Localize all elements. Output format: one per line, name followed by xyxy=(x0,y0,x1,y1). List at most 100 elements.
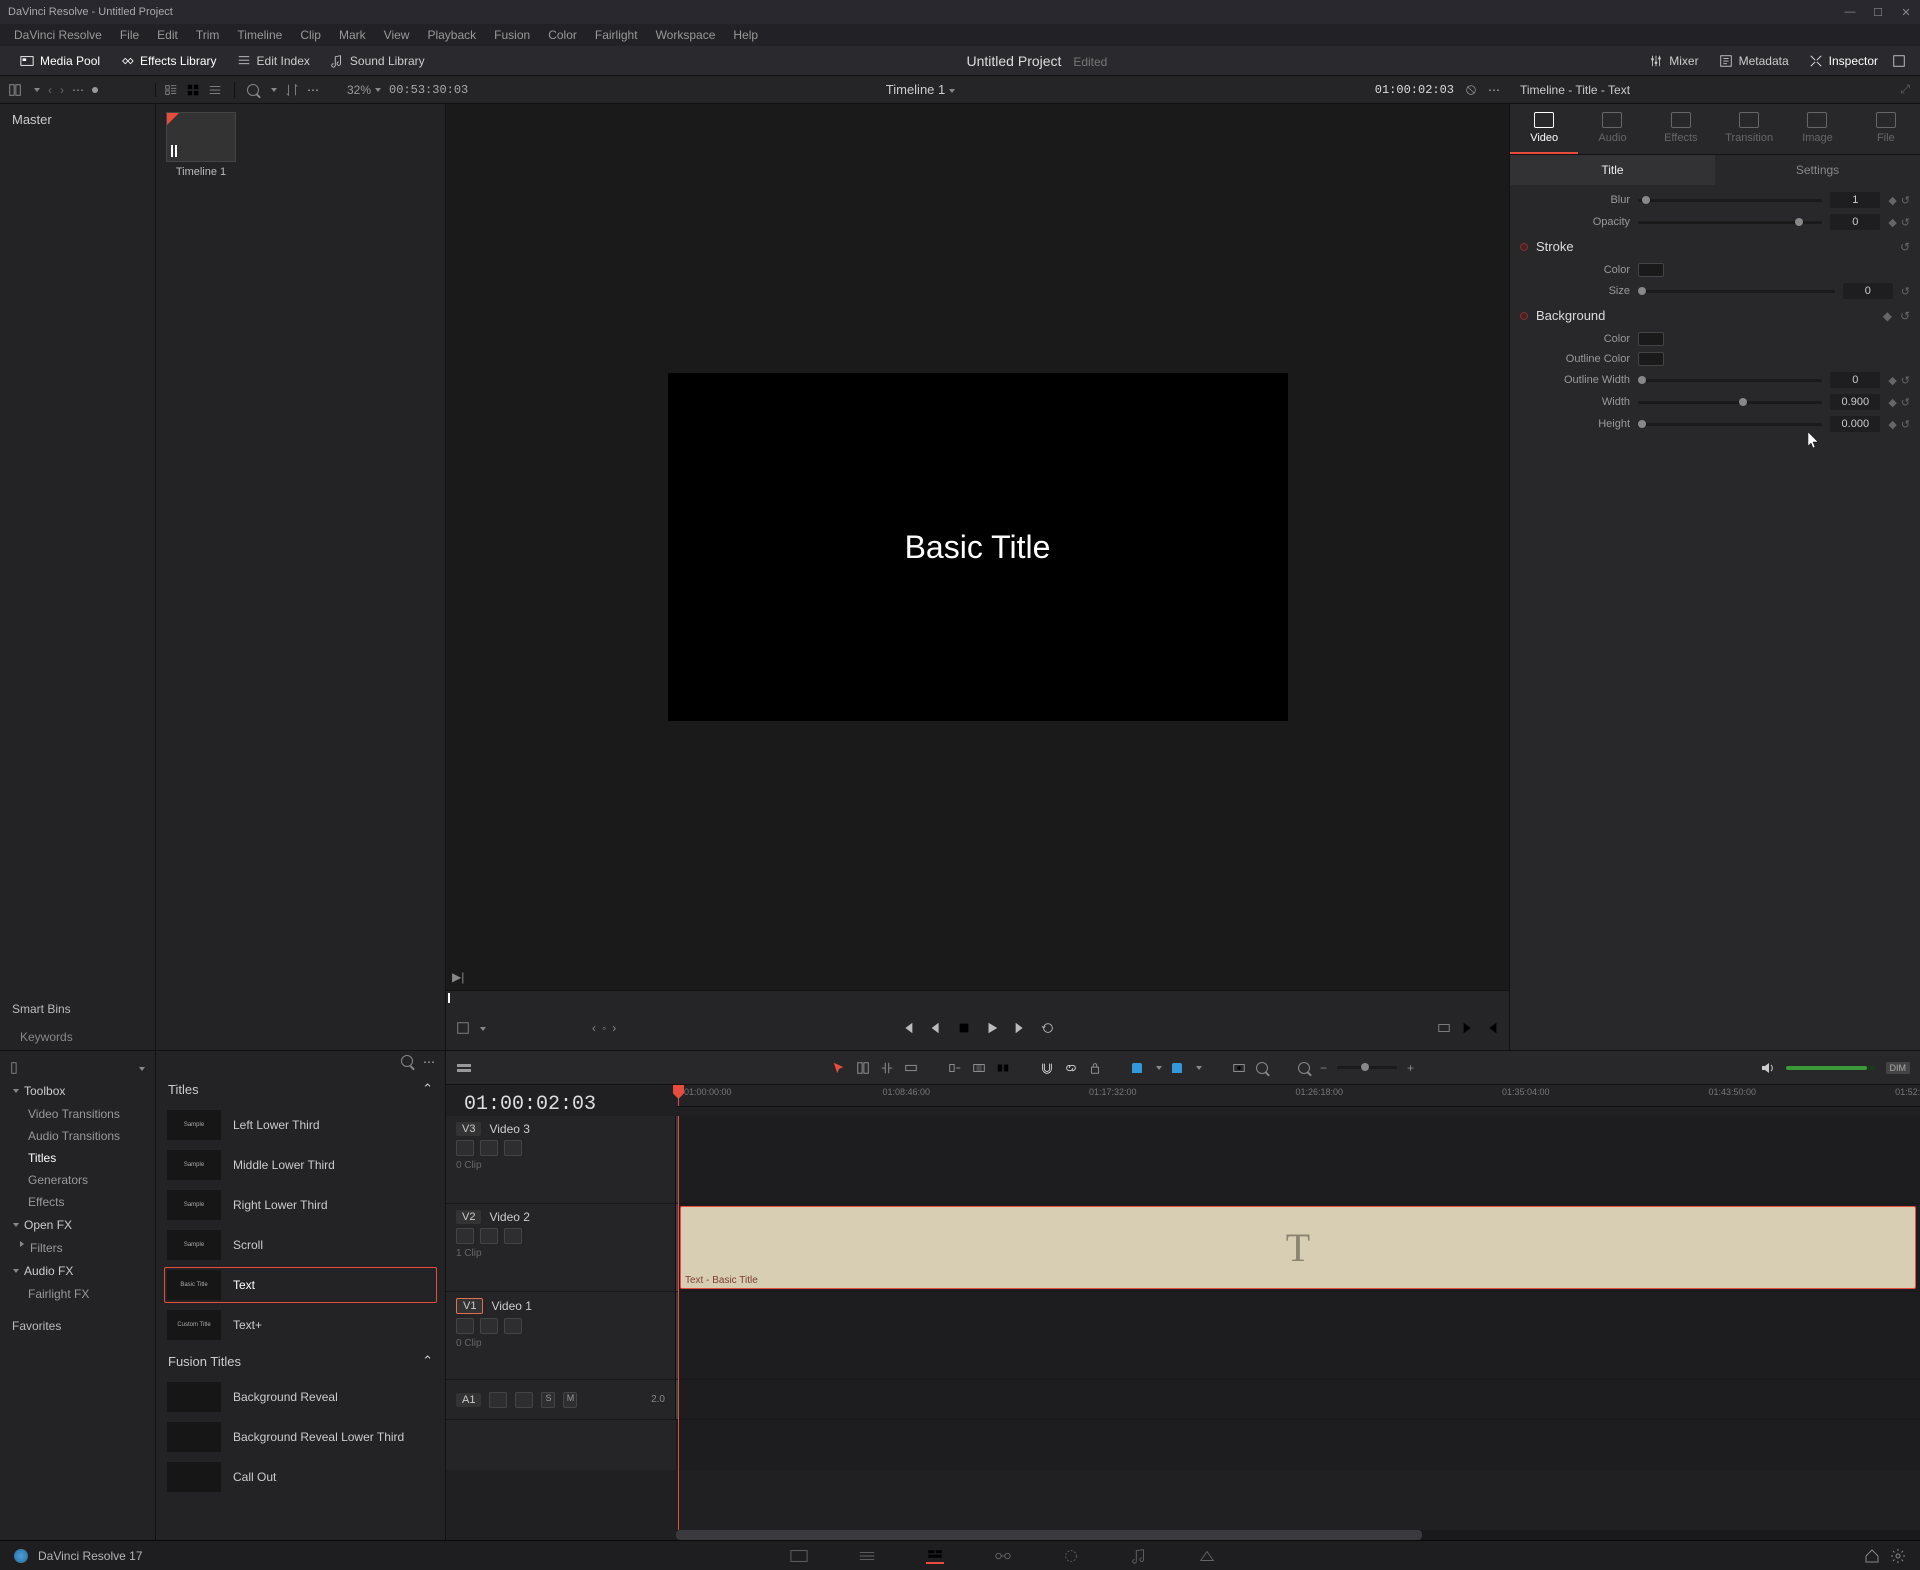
timeline-view-icon[interactable] xyxy=(456,1060,472,1076)
track-lane-v2[interactable]: T Text - Basic Title xyxy=(676,1204,1920,1291)
toolbox-video-transitions[interactable]: Video Transitions xyxy=(0,1103,155,1125)
cut-page-icon[interactable] xyxy=(858,1548,876,1564)
lock-button[interactable] xyxy=(456,1228,474,1244)
close-icon[interactable]: ✕ xyxy=(1900,6,1912,18)
inspector-button[interactable]: Inspector xyxy=(1799,50,1888,72)
media-page-icon[interactable] xyxy=(790,1548,808,1564)
deliver-page-icon[interactable] xyxy=(1198,1548,1216,1564)
strip-view-icon[interactable] xyxy=(208,83,222,97)
menu-color[interactable]: Color xyxy=(540,26,585,44)
mute-button[interactable]: M xyxy=(563,1392,577,1408)
go-start-icon[interactable] xyxy=(901,1021,915,1035)
inspector-tab-effects[interactable]: Effects xyxy=(1647,104,1715,154)
step-back-icon[interactable] xyxy=(929,1021,943,1035)
track-id-v1[interactable]: V1 xyxy=(456,1298,483,1314)
fusion-page-icon[interactable] xyxy=(994,1548,1012,1564)
play-icon[interactable] xyxy=(985,1021,999,1035)
width-value[interactable]: 0.900 xyxy=(1830,394,1880,410)
timeline-thumb[interactable]: Timeline 1 xyxy=(164,112,238,178)
dynamic-trim-icon[interactable] xyxy=(880,1061,894,1075)
menu-file[interactable]: File xyxy=(112,26,147,44)
link-icon[interactable] xyxy=(1064,1061,1078,1075)
timeline-name[interactable]: Timeline 1 xyxy=(886,82,955,97)
edit-page-icon[interactable] xyxy=(926,1548,944,1564)
disable-button[interactable] xyxy=(504,1228,522,1244)
titles-header[interactable]: Titles ⌃ xyxy=(156,1073,445,1105)
height-slider[interactable] xyxy=(1638,423,1822,426)
auto-select-button[interactable] xyxy=(515,1392,533,1408)
keywords-bin[interactable]: Keywords xyxy=(0,1024,155,1050)
zoom-dropdown[interactable]: 32% xyxy=(347,83,381,97)
effects-library-button[interactable]: Effects Library xyxy=(110,50,226,72)
fairlight-page-icon[interactable] xyxy=(1130,1548,1148,1564)
menu-help[interactable]: Help xyxy=(725,26,766,44)
auto-select-button[interactable] xyxy=(480,1228,498,1244)
viewer-more-icon[interactable]: ⋯ xyxy=(1488,83,1500,97)
menu-view[interactable]: View xyxy=(376,26,418,44)
flag-icon[interactable] xyxy=(1132,1063,1142,1073)
settings-icon[interactable] xyxy=(1890,1548,1906,1564)
stroke-section[interactable]: Stroke xyxy=(1536,239,1574,254)
zoom-slider[interactable] xyxy=(1337,1066,1397,1069)
background-section[interactable]: Background xyxy=(1536,308,1605,323)
match-frame-icon[interactable] xyxy=(1437,1021,1451,1035)
zoom-to-fit-icon[interactable] xyxy=(1256,1062,1268,1074)
bypass-icon[interactable] xyxy=(1464,83,1478,97)
bg-reset-icon[interactable]: ↺ xyxy=(1900,309,1910,323)
toolbox-titles[interactable]: Titles xyxy=(0,1147,155,1169)
stroke-size-value[interactable]: 0 xyxy=(1843,283,1893,299)
toolbox-openfx[interactable]: Open FX xyxy=(0,1213,155,1237)
nav-back-icon[interactable]: ‹ xyxy=(48,83,52,97)
menu-fusion[interactable]: Fusion xyxy=(486,26,538,44)
next-edit-icon[interactable]: › xyxy=(612,1021,616,1035)
inspector-tab-file[interactable]: File xyxy=(1852,104,1920,154)
reset-icon[interactable]: ↺ xyxy=(1901,194,1910,207)
reset-icon[interactable]: ↺ xyxy=(1901,396,1910,409)
menu-clip[interactable]: Clip xyxy=(292,26,329,44)
menu-trim[interactable]: Trim xyxy=(188,26,228,44)
inspector-tab-image[interactable]: Image xyxy=(1783,104,1851,154)
maximize-icon[interactable]: ☐ xyxy=(1872,6,1884,18)
inspector-tab-video[interactable]: Video xyxy=(1510,104,1578,154)
timeline-ruler[interactable]: 01:00:00:00 01:08:46:00 01:17:32:00 01:2… xyxy=(676,1085,1920,1107)
insert-icon[interactable] xyxy=(948,1061,962,1075)
toolbox-fairlight[interactable]: Fairlight FX xyxy=(0,1283,155,1305)
auto-select-button[interactable] xyxy=(480,1318,498,1334)
favorites-header[interactable]: Favorites xyxy=(0,1313,155,1339)
overwrite-icon[interactable] xyxy=(972,1061,986,1075)
list-more-icon[interactable]: ⋯ xyxy=(423,1055,435,1069)
stroke-size-slider[interactable] xyxy=(1638,290,1835,293)
position-lock-icon[interactable] xyxy=(1232,1061,1246,1075)
menu-davinci[interactable]: DaVinci Resolve xyxy=(6,26,110,44)
toolbox-audio-transitions[interactable]: Audio Transitions xyxy=(0,1125,155,1147)
sort-icon[interactable] xyxy=(285,83,299,97)
search-icon[interactable] xyxy=(247,84,259,96)
smart-bins-header[interactable]: Smart Bins xyxy=(0,994,155,1024)
subtab-title[interactable]: Title xyxy=(1510,155,1715,185)
metadata-button[interactable]: Metadata xyxy=(1709,50,1799,72)
lock-button[interactable] xyxy=(456,1318,474,1334)
keyframe-icon[interactable]: ◆ xyxy=(1888,396,1896,409)
toolbox-dropdown[interactable] xyxy=(135,1061,145,1075)
volume-icon[interactable] xyxy=(1760,1060,1776,1076)
expand-button[interactable] xyxy=(1888,50,1910,72)
xform-icon[interactable] xyxy=(456,1021,470,1035)
outline-color-swatch[interactable] xyxy=(1638,352,1664,366)
nav-fwd-icon[interactable]: › xyxy=(60,83,64,97)
timeline-timecode[interactable]: 01:00:02:03 xyxy=(446,1085,676,1116)
keyframe-icon[interactable]: ◆ xyxy=(1888,418,1896,431)
blur-slider[interactable] xyxy=(1638,199,1822,202)
reset-icon[interactable]: ↺ xyxy=(1901,216,1910,229)
more-icon[interactable]: ⋯ xyxy=(307,83,319,97)
track-lane-a1[interactable] xyxy=(676,1380,1920,1419)
fusion-item-callout[interactable]: Call Out xyxy=(164,1459,437,1495)
playhead[interactable] xyxy=(678,1085,679,1106)
prev-clip-icon[interactable] xyxy=(1485,1021,1499,1035)
zoom-in-icon[interactable]: + xyxy=(1407,1061,1414,1075)
fusion-titles-header[interactable]: Fusion Titles ⌃ xyxy=(156,1345,445,1377)
menu-mark[interactable]: Mark xyxy=(331,26,374,44)
title-item-text[interactable]: Basic TitleText xyxy=(164,1267,437,1303)
home-icon[interactable] xyxy=(1864,1548,1880,1564)
collapse-icon[interactable]: ⌃ xyxy=(422,1353,433,1369)
bg-keyframe-icon[interactable]: ◆ xyxy=(1883,309,1892,323)
